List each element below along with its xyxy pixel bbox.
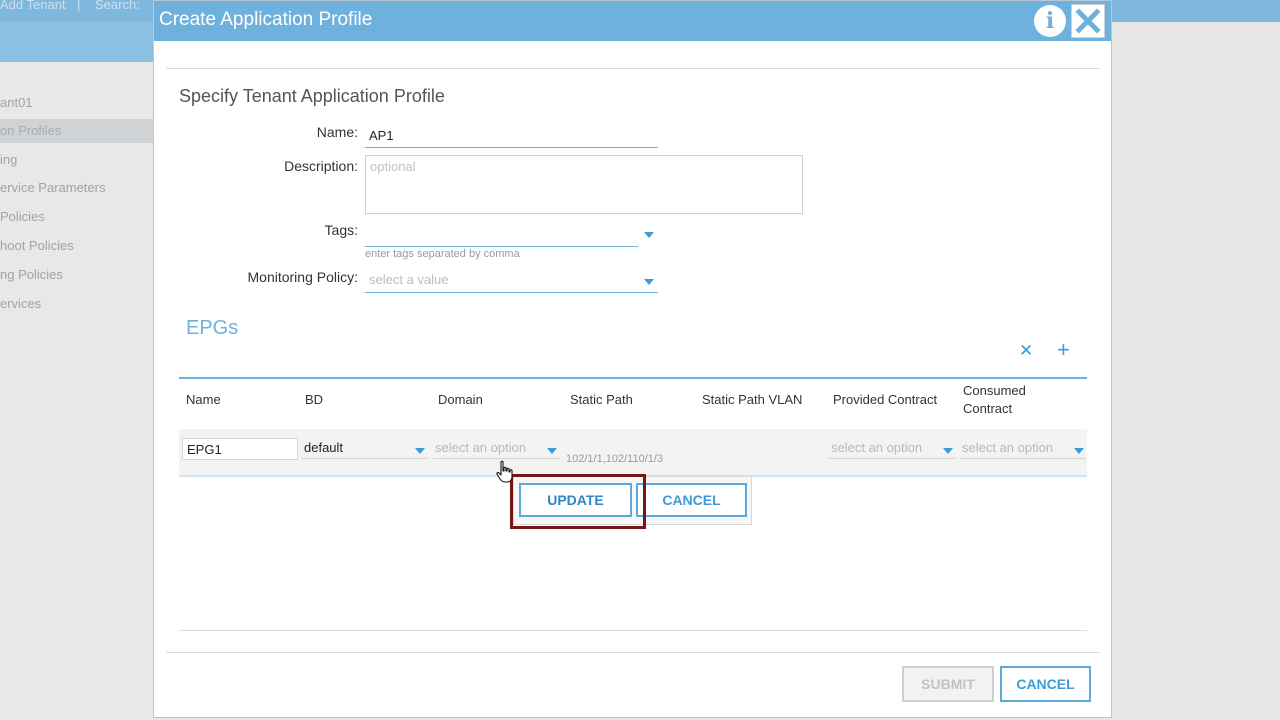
chevron-down-icon (943, 448, 953, 454)
static-path-value[interactable]: 102/1/1,102/110/1/3 (566, 453, 663, 465)
consumed-contract-placeholder: select an option (962, 440, 1054, 455)
cancel-row-button[interactable]: CANCEL (636, 483, 747, 517)
column-header-bd: BD (305, 392, 324, 407)
tags-hint: enter tags separated by comma (365, 248, 520, 260)
tags-dropdown-icon[interactable] (644, 232, 654, 238)
submit-button[interactable]: SUBMIT (902, 666, 994, 702)
section-title: Specify Tenant Application Profile (179, 86, 445, 106)
description-input[interactable] (365, 155, 803, 214)
app-sidebar: ant01 on Profiles ing ervice Parameters … (0, 62, 153, 720)
monitoring-policy-select[interactable]: select a value (365, 271, 658, 293)
search-label: Search: (95, 0, 140, 12)
provided-contract-placeholder: select an option (831, 440, 923, 455)
epgs-section-title: EPGs (186, 317, 239, 339)
epg-table-header: Name BD Domain Static Path Static Path V… (179, 377, 1087, 423)
delete-epg-icon[interactable]: ✕ (1019, 341, 1033, 361)
sidebar-item[interactable]: ing (0, 148, 153, 172)
bd-value: default (304, 440, 344, 455)
chevron-down-icon (644, 279, 654, 285)
column-header-static-path-vlan: Static Path VLAN (702, 392, 803, 407)
description-label: Description: (284, 158, 358, 174)
column-header-domain: Domain (438, 392, 483, 407)
epg-name-input[interactable] (182, 438, 298, 460)
chevron-down-icon (547, 448, 557, 454)
bd-select[interactable]: default (302, 437, 427, 459)
add-tenant-link[interactable]: Add Tenant (0, 0, 66, 12)
monitoring-policy-placeholder: select a value (369, 272, 449, 287)
domain-placeholder: select an option (435, 440, 527, 455)
app-sub-bar (0, 22, 153, 62)
create-application-profile-dialog: Create Application Profile i Specify Ten… (153, 0, 1112, 718)
tags-label: Tags: (324, 222, 358, 238)
name-input[interactable] (365, 124, 658, 148)
column-header-static-path: Static Path (570, 392, 633, 407)
consumed-contract-select[interactable]: select an option (960, 437, 1086, 459)
sidebar-item[interactable]: ant01 (0, 91, 153, 115)
epg-table-row: default select an option 102/1/1,102/110… (179, 429, 1087, 477)
divider (179, 630, 1087, 631)
info-icon[interactable]: i (1034, 5, 1066, 37)
column-header-consumed-contract: Consumed Contract (963, 383, 1026, 416)
sidebar-item[interactable]: hoot Policies (0, 234, 153, 258)
provided-contract-select[interactable]: select an option (829, 437, 955, 459)
topbar-separator: | (77, 0, 81, 12)
cancel-button[interactable]: CANCEL (1000, 666, 1091, 702)
app-right-strip (1112, 22, 1280, 62)
divider (166, 68, 1100, 69)
chevron-down-icon (1074, 448, 1084, 454)
sidebar-item[interactable]: ervices (0, 292, 153, 316)
hand-cursor-icon (496, 460, 513, 483)
close-button[interactable] (1071, 4, 1105, 38)
close-icon (1075, 8, 1101, 34)
sidebar-item[interactable]: Policies (0, 205, 153, 229)
sidebar-item[interactable]: ng Policies (0, 263, 153, 287)
chevron-down-icon (415, 448, 425, 454)
column-header-provided-contract: Provided Contract (833, 392, 938, 407)
name-label: Name: (316, 124, 358, 140)
tags-input[interactable] (365, 225, 638, 247)
monitoring-policy-label: Monitoring Policy: (247, 269, 359, 285)
sidebar-item-selected[interactable]: on Profiles (0, 119, 153, 143)
column-header-name: Name (186, 392, 221, 407)
domain-select[interactable]: select an option (433, 437, 560, 459)
add-epg-icon[interactable]: + (1057, 339, 1070, 361)
highlight-box (510, 474, 646, 529)
dialog-title: Create Application Profile (159, 9, 373, 30)
sidebar-item[interactable]: ervice Parameters (0, 176, 153, 200)
divider (166, 652, 1100, 653)
dialog-header: Create Application Profile i (154, 1, 1111, 41)
